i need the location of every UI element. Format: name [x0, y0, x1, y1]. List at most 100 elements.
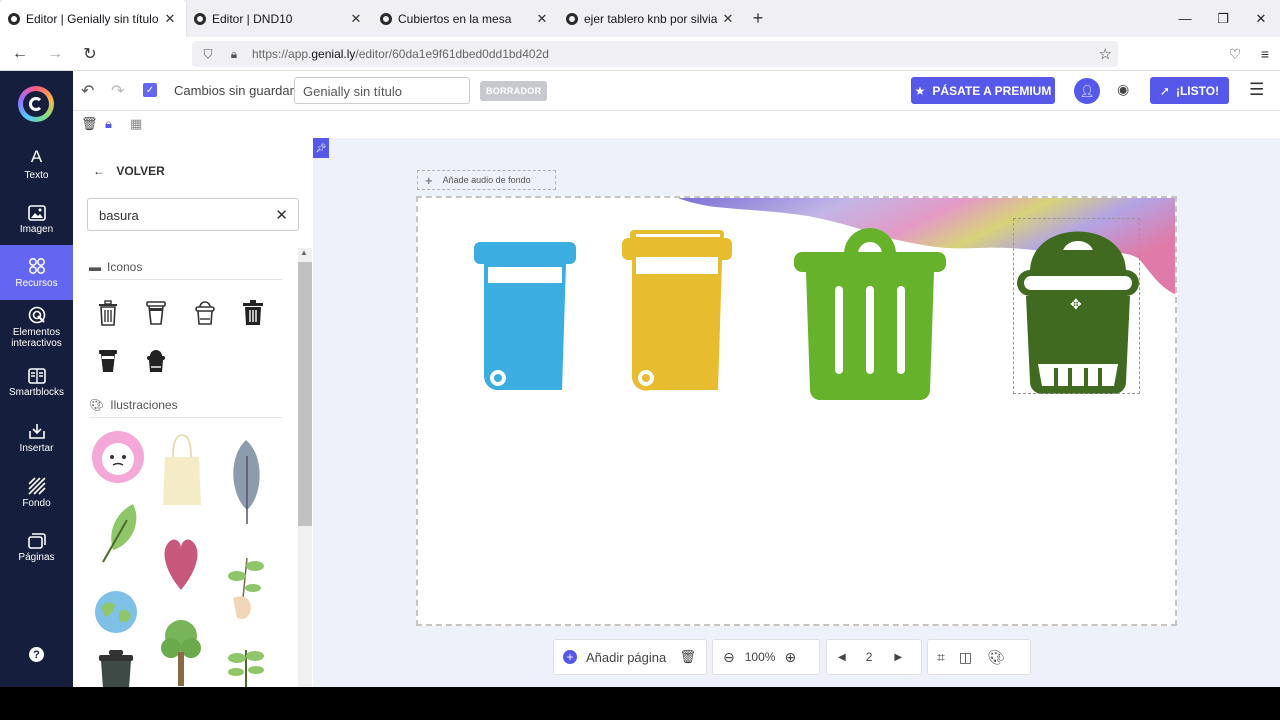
selection-box[interactable]: ✥: [1013, 218, 1140, 394]
zoom-controls: ⊖ 100% ⊕: [712, 639, 820, 675]
move-cursor-icon: ✥: [1070, 296, 1082, 312]
illustration-sprout[interactable]: [223, 638, 269, 687]
preview-eye-icon[interactable]: ◉: [1117, 81, 1129, 98]
blue-wheelie-bin-icon[interactable]: [472, 240, 578, 398]
palette-icon: 🎨︎: [89, 398, 105, 412]
illustration-dark-bin[interactable]: [95, 648, 137, 687]
rocket-icon: ➚: [1159, 83, 1170, 98]
title-input[interactable]: Genially sin título: [294, 77, 470, 104]
search-value: basura: [99, 208, 139, 223]
editor-toolbar: ↶ ↷ ✓ Cambios sin guardar Genially sin t…: [73, 71, 1280, 111]
sidebar-item-label: Elementos interactivos: [11, 327, 62, 349]
illustration-tree[interactable]: [157, 616, 205, 687]
new-tab-icon[interactable]: +: [744, 8, 772, 29]
illustration-heart[interactable]: [159, 530, 203, 594]
next-page-icon[interactable]: ▶: [894, 652, 902, 663]
delete-page-icon[interactable]: 🗑︎: [679, 649, 696, 665]
sidebar-item-image[interactable]: Imagen: [0, 192, 73, 247]
redo-icon[interactable]: ↷: [111, 81, 124, 101]
illustration-leaf-grey[interactable]: [223, 436, 269, 526]
clear-search-icon[interactable]: ✕: [275, 206, 288, 224]
scrollbar-thumb[interactable]: [298, 262, 312, 526]
transparency-icon[interactable]: ▦: [130, 116, 142, 132]
illustration-cat-face[interactable]: [89, 428, 147, 486]
resources-panel: ← VOLVER basura ✕ ▬ Iconos 🎨︎ Ilustracio…: [73, 138, 313, 687]
close-icon[interactable]: ✕: [348, 11, 364, 27]
hamburger-menu-icon[interactable]: ☰: [1249, 80, 1264, 100]
green-trash-can-icon[interactable]: [792, 222, 948, 402]
illustration-tote-bag[interactable]: [159, 433, 205, 507]
image-icon: [27, 204, 46, 221]
sidebar-item-background[interactable]: Fondo: [0, 465, 73, 520]
add-page-icon[interactable]: +: [563, 650, 577, 664]
sidebar-item-label: Recursos: [15, 277, 58, 289]
done-button[interactable]: ➚ ¡LISTO!: [1150, 77, 1229, 104]
search-input[interactable]: basura ✕: [87, 198, 299, 231]
lock-icon[interactable]: 🔒︎: [224, 47, 244, 62]
window-controls: — ❐ ✕: [1166, 0, 1280, 37]
minimize-icon[interactable]: —: [1166, 0, 1204, 37]
url-bar[interactable]: ⛉ 🔒︎ https://app.genial.ly/editor/60da1e…: [192, 41, 1118, 67]
pocket-icon[interactable]: ♡: [1220, 37, 1250, 71]
back-button[interactable]: ← VOLVER: [93, 164, 165, 178]
zoom-in-icon[interactable]: ⊕: [784, 649, 796, 666]
back-arrow-icon[interactable]: ←: [5, 39, 35, 69]
sidebar-item-smartblocks[interactable]: Smartblocks: [0, 355, 73, 410]
sidebar-item-label: Páginas: [18, 551, 55, 563]
premium-button[interactable]: ★ PÁSATE A PREMIUM: [911, 77, 1055, 104]
browser-tab-tablero[interactable]: ejer tablero knb por silvia en Ge ✕: [558, 0, 744, 37]
add-collaborator-icon[interactable]: 👤︎: [1074, 78, 1100, 104]
genially-logo-icon[interactable]: [18, 86, 54, 122]
browser-menu-icon[interactable]: ≡: [1250, 37, 1280, 71]
split-view-icon[interactable]: ◫: [959, 649, 972, 666]
sidebar-item-text[interactable]: A Texto: [0, 137, 73, 192]
browser-tab-dnd10[interactable]: Editor | DND10 ✕: [186, 0, 372, 37]
close-icon[interactable]: ✕: [720, 11, 736, 27]
browser-tab-cubiertos[interactable]: Cubiertos en la mesa ✕: [372, 0, 558, 37]
sidebar-item-insert[interactable]: Insertar: [0, 410, 73, 465]
yellow-wheelie-bin-icon[interactable]: [620, 228, 734, 398]
tab-label: Cubiertos en la mesa: [398, 11, 512, 26]
undo-icon[interactable]: ↶: [81, 81, 94, 101]
zoom-out-icon[interactable]: ⊖: [723, 649, 735, 666]
sidebar-item-resources[interactable]: Recursos: [0, 245, 73, 300]
sidebar-item-interactive[interactable]: Elementos interactivos: [0, 300, 73, 355]
reload-icon[interactable]: ↻: [75, 39, 105, 69]
close-icon[interactable]: ✕: [162, 11, 178, 27]
theme-palette-icon[interactable]: 🎨︎: [987, 649, 1005, 666]
help-icon[interactable]: ?: [29, 647, 44, 662]
add-page-button[interactable]: Añadir página: [586, 650, 666, 665]
shield-icon[interactable]: ⛉: [198, 47, 218, 62]
illustration-plant-hand[interactable]: [223, 548, 269, 624]
bin-outline-icon[interactable]: [141, 298, 171, 328]
trash-can-outline-icon[interactable]: [93, 298, 123, 328]
window-close-icon[interactable]: ✕: [1242, 0, 1280, 37]
fit-screen-icon[interactable]: ⌗: [937, 649, 945, 666]
restore-icon[interactable]: ❐: [1204, 0, 1242, 37]
done-label: ¡LISTO!: [1175, 83, 1220, 98]
illustration-earth[interactable]: [93, 589, 139, 635]
previous-page-icon[interactable]: ◀: [838, 652, 846, 663]
sidebar-item-label: Fondo: [22, 497, 51, 509]
trash-can-filled-icon[interactable]: [238, 298, 268, 328]
close-icon[interactable]: ✕: [534, 11, 550, 27]
illustration-leaf-green[interactable]: [93, 500, 143, 566]
browser-tab-genially[interactable]: Editor | Genially sin título ✕: [0, 0, 186, 37]
browser-toolbar-right: ♡ ≡: [1220, 37, 1280, 71]
draft-badge: BORRADOR: [480, 81, 548, 101]
page-number: 2: [865, 650, 873, 664]
rounded-bin-outline-icon[interactable]: [190, 298, 220, 328]
panel-scrollbar[interactable]: ▲: [298, 248, 312, 687]
forward-arrow-icon[interactable]: →: [40, 39, 70, 69]
lock-icon[interactable]: 🔒︎: [105, 116, 112, 132]
trash-icon[interactable]: 🗑︎: [81, 116, 98, 132]
add-audio-button[interactable]: + Añade audio de fondo: [417, 170, 556, 190]
sidebar-item-pages[interactable]: Páginas: [0, 520, 73, 575]
autosave-check-icon[interactable]: ✓: [143, 83, 157, 97]
scroll-up-icon[interactable]: ▲: [300, 248, 308, 257]
rounded-bin-filled-icon[interactable]: [141, 346, 171, 376]
bin-filled-icon[interactable]: [93, 346, 123, 376]
icons-section-title: ▬ Iconos: [89, 260, 143, 274]
bookmark-star-icon[interactable]: ☆: [1099, 45, 1112, 63]
pin-icon[interactable]: 📌︎: [313, 138, 329, 158]
